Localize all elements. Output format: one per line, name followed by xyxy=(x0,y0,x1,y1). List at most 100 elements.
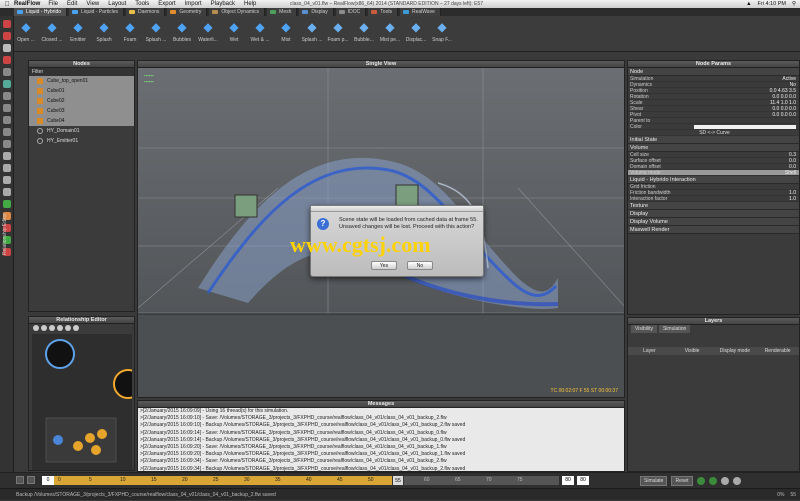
menu-import[interactable]: Import xyxy=(185,1,202,7)
view-tool-icon[interactable] xyxy=(2,104,11,112)
param-value[interactable]: 1.0 xyxy=(694,190,799,196)
forward-icon[interactable] xyxy=(732,477,741,485)
col-layer[interactable]: Layer xyxy=(628,347,671,355)
search-icon[interactable]: ⚲ xyxy=(792,1,796,7)
toolbar-button[interactable]: ◆ Splash xyxy=(92,18,116,51)
cube-object[interactable] xyxy=(234,194,258,218)
initial-state-section[interactable]: Initial State xyxy=(628,136,799,144)
menu-export[interactable]: Export xyxy=(158,1,175,7)
light-tool-icon[interactable] xyxy=(2,80,11,88)
interaction-section[interactable]: Liquid - Hybrido Interaction xyxy=(628,176,799,184)
toolbar-button[interactable]: ◆ Closed ... xyxy=(40,18,64,51)
tab-visibility[interactable]: Visibility xyxy=(631,325,657,333)
tab-display[interactable]: Display xyxy=(299,8,334,16)
param-value[interactable]: 1.0 xyxy=(694,196,799,202)
toolbar-button[interactable]: ◆ Emitter xyxy=(66,18,90,51)
layout-tool-icon[interactable] xyxy=(2,128,11,136)
tab-simulation[interactable]: Simulation xyxy=(658,325,691,333)
param-section[interactable]: Maxwell Render xyxy=(628,226,799,234)
step-icon[interactable] xyxy=(708,477,717,485)
rel-tool-icon[interactable] xyxy=(41,325,47,331)
tab-tools[interactable]: Tools xyxy=(368,8,398,16)
timeline-option-icon[interactable] xyxy=(16,476,24,484)
node-item[interactable]: Cube01 xyxy=(29,86,134,96)
tab-liquid-hybrido[interactable]: Liquid - Hybrido xyxy=(14,8,68,16)
cube-object[interactable] xyxy=(395,184,419,208)
toolbar-button[interactable]: ◆ Snap F... xyxy=(430,18,454,51)
toolbar-button[interactable]: ◆ Splash ... xyxy=(144,18,168,51)
nodes-filter[interactable]: Filter xyxy=(29,68,134,76)
node-section[interactable]: Node xyxy=(628,68,799,76)
toolbar-button[interactable]: ◆ Mist pe... xyxy=(378,18,402,51)
param-value[interactable]: 0.0 xyxy=(694,164,799,170)
menu-help[interactable]: Help xyxy=(244,1,256,7)
tab-realwave[interactable]: RealWave xyxy=(399,8,441,16)
rewind-icon[interactable] xyxy=(720,477,729,485)
relationship-editor-side-label[interactable]: Relationship Editor xyxy=(2,213,8,255)
toolbar-button[interactable]: ◆ Bubble... xyxy=(352,18,376,51)
volume-section[interactable]: Volume xyxy=(628,144,799,152)
param-value[interactable] xyxy=(694,118,799,123)
toolbar-button[interactable]: ◆ Foam xyxy=(118,18,142,51)
rel-tool-icon[interactable] xyxy=(49,325,55,331)
timeline-track-uncached[interactable]: 60 65 70 75 xyxy=(404,476,559,485)
menu-view[interactable]: View xyxy=(86,1,99,7)
tab-geometry[interactable]: Geometry xyxy=(167,8,208,16)
toolbar-button[interactable]: ◆ Wet xyxy=(222,18,246,51)
tab-daemons[interactable]: Daemons xyxy=(126,8,166,16)
menu-tools[interactable]: Tools xyxy=(135,1,149,7)
col-display-mode[interactable]: Display mode xyxy=(714,347,757,355)
rotate-tool-icon[interactable] xyxy=(2,44,11,52)
node-item[interactable]: Cube_top_open01 xyxy=(29,76,134,86)
no-button[interactable]: No xyxy=(407,261,433,270)
toolbar-button[interactable]: ◆ Waterli... xyxy=(196,18,220,51)
param-value[interactable]: 0.0 0.0 0.0 xyxy=(694,112,799,118)
rel-node-domain[interactable] xyxy=(45,339,75,369)
node-item[interactable]: HY_Emitter01 xyxy=(29,136,134,146)
grid-tool-icon[interactable] xyxy=(2,92,11,100)
tab-object-dynamics[interactable]: Object Dynamics xyxy=(209,8,266,16)
pan-tool-icon[interactable] xyxy=(2,140,11,148)
param-value[interactable]: 11.4 1.0 1.0 xyxy=(694,100,799,106)
shading-tool-icon[interactable] xyxy=(2,116,11,124)
reset-button[interactable]: Reset xyxy=(671,476,693,486)
tab-mesh[interactable]: Mesh xyxy=(267,8,298,16)
toolbar-button[interactable]: ◆ Wet & ... xyxy=(248,18,272,51)
rel-node-emitter[interactable] xyxy=(113,369,134,399)
menu-edit[interactable]: Edit xyxy=(67,1,77,7)
start-frame-field[interactable]: 0 xyxy=(42,476,54,485)
select-tool-icon[interactable] xyxy=(2,20,11,28)
col-renderable[interactable]: Renderable xyxy=(756,347,799,355)
param-value[interactable]: 0.3 xyxy=(694,152,799,158)
frame-tool-icon[interactable] xyxy=(2,164,11,172)
messages-log[interactable]: >[2/January/2015 16:09:09] - Using 16 th… xyxy=(138,408,624,471)
node-item[interactable]: Cube04 xyxy=(29,116,134,126)
toolbar-button[interactable]: ◆ Open ... xyxy=(14,18,38,51)
dialog-titlebar[interactable] xyxy=(311,206,483,212)
param-value[interactable]: No xyxy=(694,82,799,88)
node-item[interactable]: Cube02 xyxy=(29,96,134,106)
menu-playback[interactable]: Playback xyxy=(211,1,235,7)
clock[interactable]: Fri 4:10 PM xyxy=(758,1,786,7)
timeline-option-icon[interactable] xyxy=(27,476,35,484)
wifi-icon[interactable]: ▲ xyxy=(746,1,751,7)
toolbar-button[interactable]: ◆ Splash ... xyxy=(300,18,324,51)
link-tool-icon[interactable] xyxy=(2,200,11,208)
rel-tool-icon[interactable] xyxy=(57,325,63,331)
rel-tool-icon[interactable] xyxy=(33,325,39,331)
cube-tool-icon[interactable] xyxy=(2,188,11,196)
tab-idoc[interactable]: IDOC xyxy=(335,8,367,16)
param-value[interactable]: Shell xyxy=(694,170,799,176)
yes-button[interactable]: Yes xyxy=(371,261,397,270)
param-value[interactable]: Active xyxy=(694,76,799,82)
col-visible[interactable]: Visible xyxy=(671,347,714,355)
simulate-dropdown[interactable]: Simulate xyxy=(640,476,668,486)
toolbar-button[interactable]: ◆ Foam p... xyxy=(326,18,350,51)
node-item[interactable]: HY_Domain01 xyxy=(29,126,134,136)
param-value[interactable]: 0.0 0.0 0.0 xyxy=(694,94,799,100)
param-section[interactable]: Display xyxy=(628,210,799,218)
param-value[interactable]: 0.0 4.63 3.5 xyxy=(694,88,799,94)
move-tool-icon[interactable] xyxy=(2,32,11,40)
param-section[interactable]: Texture xyxy=(628,202,799,210)
timeline-playhead[interactable]: 55 xyxy=(392,475,404,486)
